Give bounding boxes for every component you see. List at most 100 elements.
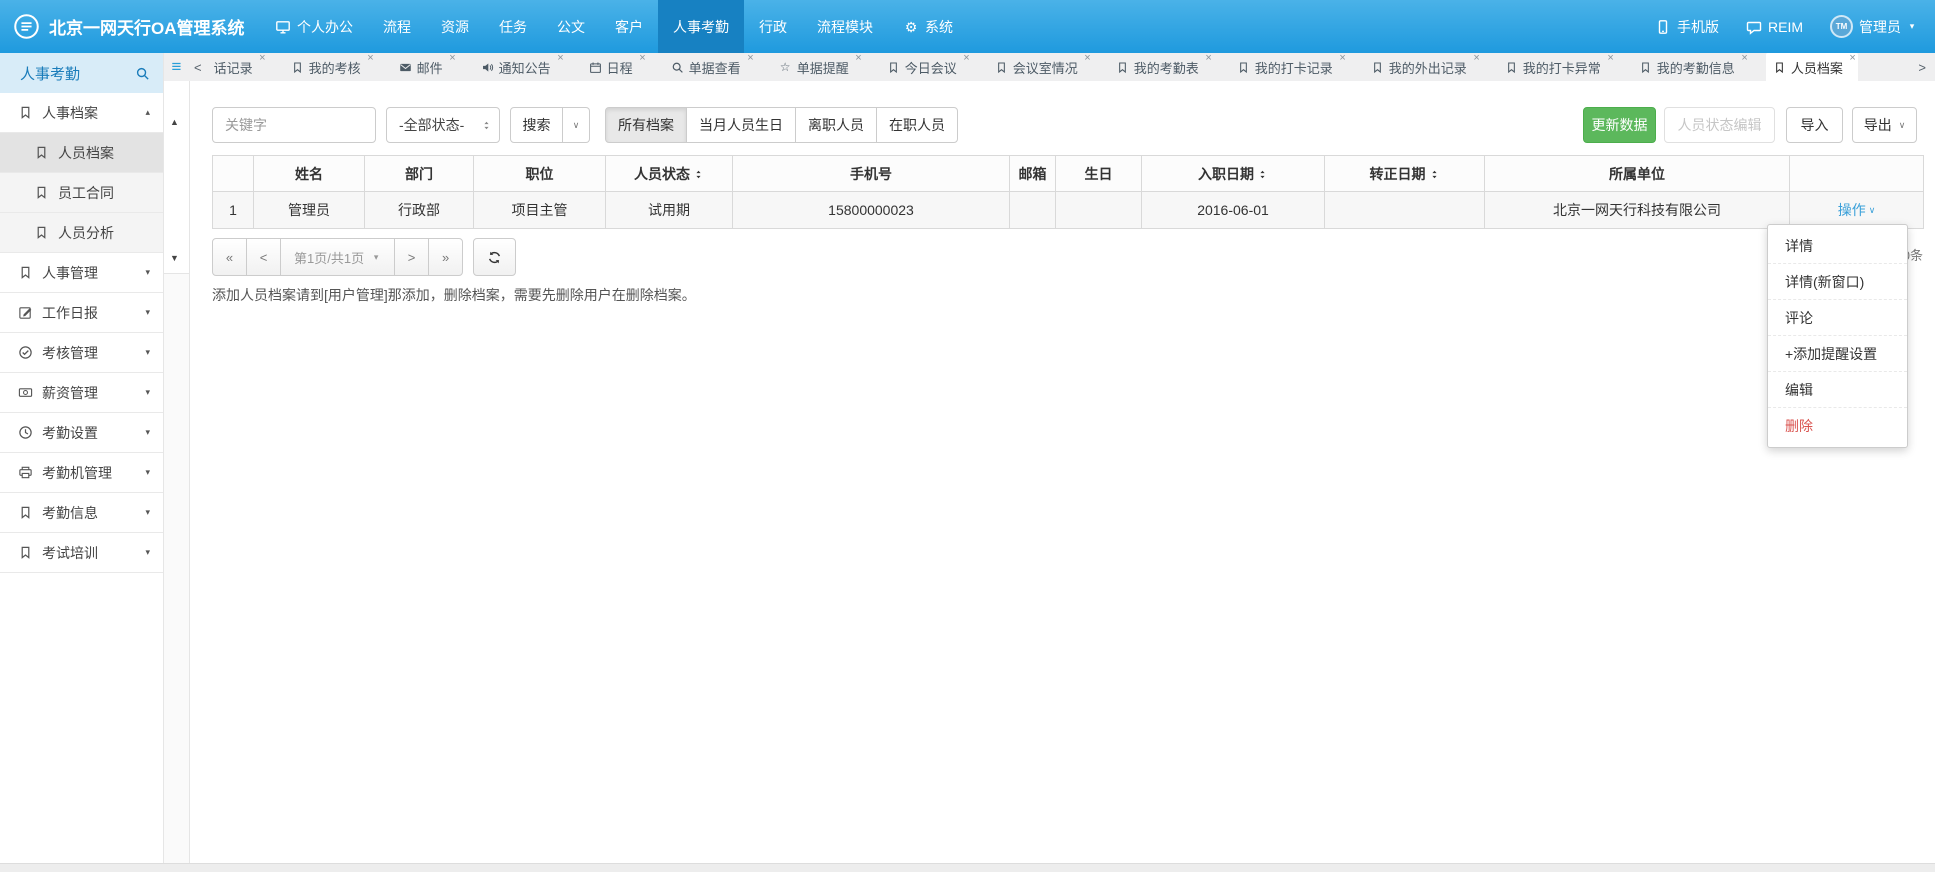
- tab-15[interactable]: 人员档案×: [1766, 53, 1858, 81]
- tab-close-icon[interactable]: ×: [747, 53, 753, 64]
- topnav-item-6[interactable]: 客户: [600, 0, 658, 53]
- menu-item-3[interactable]: 评论: [1768, 300, 1907, 336]
- topnav-item-8[interactable]: 行政: [744, 0, 802, 53]
- topnav-item-2[interactable]: 流程: [368, 0, 426, 53]
- topnav-item-3[interactable]: 资源: [426, 0, 484, 53]
- tab-1[interactable]: 话记录×: [207, 53, 268, 81]
- tab-list-button[interactable]: ≡: [164, 57, 189, 77]
- menu-item-4[interactable]: +添加提醒设置: [1768, 336, 1907, 372]
- tab-label: 我的打卡异常: [1523, 58, 1601, 77]
- tab-4[interactable]: 通知公告×: [474, 53, 566, 81]
- refresh-button[interactable]: [473, 238, 516, 276]
- printer-icon: [18, 465, 33, 480]
- tab-11[interactable]: 我的打卡记录×: [1230, 53, 1348, 81]
- sidebar-item-11[interactable]: 考勤信息▾: [0, 493, 163, 533]
- search-button[interactable]: 搜索: [510, 107, 563, 143]
- tab-close-icon[interactable]: ×: [963, 53, 969, 64]
- column-header-10[interactable]: 转正日期: [1325, 156, 1485, 192]
- top-navbar: 北京一网天行OA管理系统 个人办公流程资源任务公文客户人事考勤行政流程模块⚙系统…: [0, 0, 1935, 53]
- last-page-button[interactable]: »: [428, 238, 463, 276]
- page-indicator-button[interactable]: 第1页/共1页 ▾: [280, 238, 395, 276]
- topnav-item-7[interactable]: 人事考勤: [658, 0, 744, 53]
- tab-7[interactable]: ☆单据提醒×: [772, 53, 864, 81]
- tab-close-icon[interactable]: ×: [1084, 53, 1090, 64]
- menu-item-1[interactable]: 详情: [1768, 228, 1907, 264]
- tab-close-icon[interactable]: ×: [259, 53, 265, 64]
- table-row[interactable]: 1管理员行政部项目主管试用期158000000232016-06-01北京一网天…: [213, 192, 1924, 229]
- sidebar-item-3[interactable]: 员工合同: [0, 173, 163, 213]
- collapse-up-icon[interactable]: ▲: [170, 117, 179, 127]
- menu-item-2[interactable]: 详情(新窗口): [1768, 264, 1907, 300]
- topnav-item-10[interactable]: ⚙系统: [888, 0, 968, 53]
- tab-close-icon[interactable]: ×: [367, 53, 373, 64]
- filter-button-2[interactable]: 当月人员生日: [686, 107, 796, 143]
- sidebar-item-7[interactable]: 考核管理▾: [0, 333, 163, 373]
- sidebar-item-8[interactable]: 薪资管理▾: [0, 373, 163, 413]
- topnav-item-4[interactable]: 任务: [484, 0, 542, 53]
- cell-9: 2016-06-01: [1142, 192, 1325, 229]
- topnav-item-1[interactable]: 个人办公: [260, 0, 368, 53]
- tab-10[interactable]: 我的考勤表×: [1109, 53, 1214, 81]
- tab-14[interactable]: 我的考勤信息×: [1632, 53, 1750, 81]
- tab-scroll-left-button[interactable]: <: [189, 60, 207, 75]
- sidebar-item-10[interactable]: 考勤机管理▾: [0, 453, 163, 493]
- tab-13[interactable]: 我的打卡异常 ×: [1498, 53, 1616, 81]
- row-action-link[interactable]: 操作∨: [1838, 200, 1876, 220]
- tab-close-icon[interactable]: ×: [1607, 53, 1613, 64]
- column-header-5[interactable]: 人员状态: [606, 156, 733, 192]
- tab-12[interactable]: 我的外出记录×: [1364, 53, 1482, 81]
- keyword-input[interactable]: [212, 107, 376, 143]
- tab-close-icon[interactable]: ×: [639, 53, 645, 64]
- tab-5[interactable]: 日程×: [582, 53, 648, 81]
- tab-close-icon[interactable]: ×: [1849, 53, 1855, 64]
- cell-7: [1010, 192, 1056, 229]
- app-brand[interactable]: 北京一网天行OA管理系统: [0, 13, 260, 40]
- column-header-9[interactable]: 入职日期: [1142, 156, 1325, 192]
- menu-item-5[interactable]: 编辑: [1768, 372, 1907, 408]
- mobile-version-button[interactable]: 手机版: [1655, 17, 1719, 37]
- collapse-down-icon[interactable]: ▼: [170, 253, 179, 263]
- search-icon[interactable]: [135, 66, 150, 81]
- sidebar-item-2[interactable]: 人员档案: [0, 133, 163, 173]
- horizontal-scrollbar[interactable]: [0, 863, 1935, 872]
- filter-button-4[interactable]: 在职人员: [876, 107, 958, 143]
- reim-button[interactable]: REIM: [1746, 19, 1803, 35]
- tab-scroll-right-button[interactable]: >: [1913, 60, 1935, 75]
- topnav-item-9[interactable]: 流程模块: [802, 0, 888, 53]
- status-select[interactable]: -全部状态-: [386, 107, 500, 143]
- sidebar-item-1[interactable]: 人事档案▴: [0, 93, 163, 133]
- export-button[interactable]: 导出 ∨: [1852, 107, 1917, 143]
- filter-button-3[interactable]: 离职人员: [795, 107, 877, 143]
- tab-9[interactable]: 会议室情况×: [988, 53, 1093, 81]
- tab-6[interactable]: 单据查看×: [664, 53, 756, 81]
- tab-close-icon[interactable]: ×: [1339, 53, 1345, 64]
- sidebar-item-6[interactable]: 工作日报▾: [0, 293, 163, 333]
- sidebar-item-4[interactable]: 人员分析: [0, 213, 163, 253]
- next-page-button[interactable]: >: [394, 238, 429, 276]
- status-edit-button[interactable]: 人员状态编辑: [1664, 107, 1775, 143]
- tab-close-icon[interactable]: ×: [1741, 53, 1747, 64]
- topbar-right: 手机版 REIM TM 管理员 ▾: [1655, 15, 1935, 38]
- sidebar-item-12[interactable]: 考试培训▾: [0, 533, 163, 573]
- tab-close-icon[interactable]: ×: [449, 53, 455, 64]
- tab-close-icon[interactable]: ×: [855, 53, 861, 64]
- tab-2[interactable]: 我的考核×: [284, 53, 376, 81]
- menu-item-6[interactable]: 删除: [1768, 408, 1907, 444]
- sidebar-item-9[interactable]: 考勤设置▾: [0, 413, 163, 453]
- sidebar-item-5[interactable]: 人事管理▾: [0, 253, 163, 293]
- update-data-button[interactable]: 更新数据: [1583, 107, 1656, 143]
- tab-close-icon[interactable]: ×: [557, 53, 563, 64]
- tab-8[interactable]: 今日会议×: [880, 53, 972, 81]
- tab-3[interactable]: 邮件×: [392, 53, 458, 81]
- prev-page-button[interactable]: <: [246, 238, 281, 276]
- search-options-button[interactable]: ∨: [563, 107, 590, 143]
- import-button[interactable]: 导入: [1786, 107, 1843, 143]
- filter-button-1[interactable]: 所有档案: [605, 107, 687, 143]
- topnav-item-5[interactable]: 公文: [542, 0, 600, 53]
- first-page-button[interactable]: «: [212, 238, 247, 276]
- tab-close-icon[interactable]: ×: [1205, 53, 1211, 64]
- bookmark-icon: [1773, 61, 1786, 74]
- tab-close-icon[interactable]: ×: [1473, 53, 1479, 64]
- user-menu[interactable]: TM 管理员 ▾: [1830, 15, 1917, 38]
- column-header-7: 邮箱: [1010, 156, 1056, 192]
